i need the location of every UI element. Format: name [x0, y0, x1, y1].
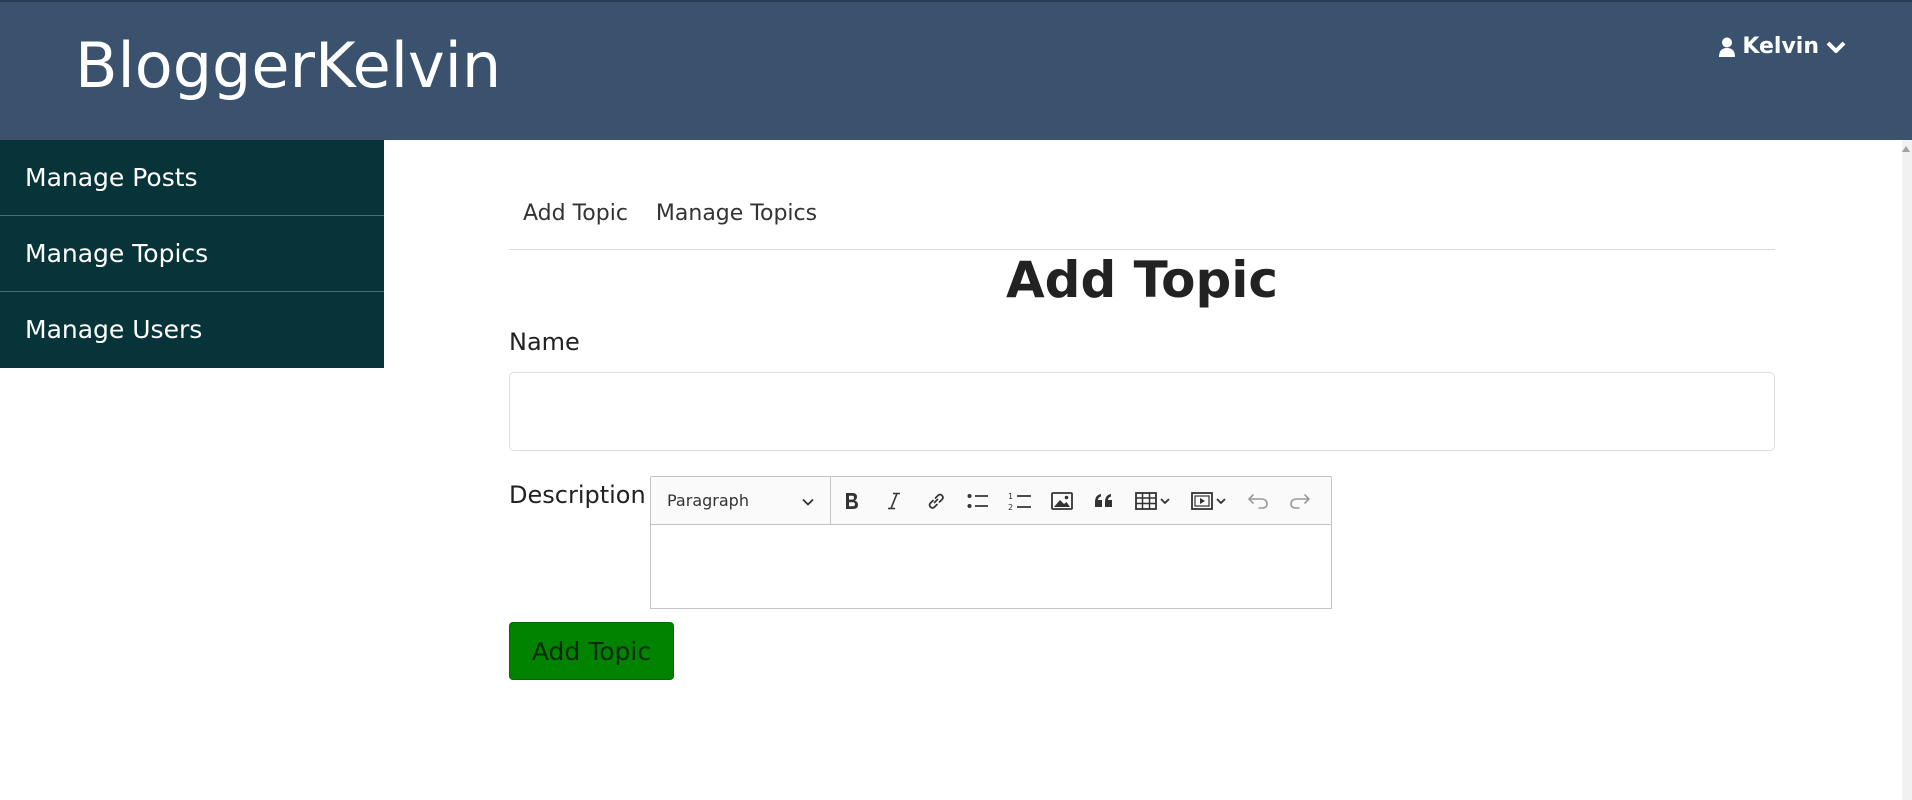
description-editor: Paragraph 1 2	[650, 476, 1332, 609]
name-input[interactable]	[509, 372, 1775, 451]
insert-media-button[interactable]	[1181, 477, 1237, 524]
redo-button[interactable]	[1279, 477, 1321, 524]
block-quote-button[interactable]	[1083, 477, 1125, 524]
user-name: Kelvin	[1742, 34, 1819, 59]
top-header: BloggerKelvin Kelvin	[0, 0, 1912, 140]
redo-icon	[1289, 493, 1311, 509]
name-label: Name	[509, 328, 580, 356]
insert-table-button[interactable]	[1125, 477, 1181, 524]
heading-select[interactable]: Paragraph	[651, 477, 831, 524]
user-icon	[1719, 37, 1736, 57]
bold-icon	[844, 492, 860, 510]
image-icon	[1051, 491, 1073, 510]
sidebar-item-manage-posts[interactable]: Manage Posts	[0, 140, 384, 216]
svg-text:1: 1	[1008, 492, 1013, 501]
quote-icon	[1094, 493, 1114, 509]
bulleted-list-button[interactable]	[957, 477, 999, 524]
undo-button[interactable]	[1237, 477, 1279, 524]
page-title: Add Topic	[1005, 251, 1279, 309]
bulleted-list-icon	[967, 492, 989, 510]
table-icon	[1135, 491, 1171, 510]
media-icon	[1191, 491, 1227, 510]
editor-toolbar: Paragraph 1 2	[650, 476, 1332, 525]
link-button[interactable]	[915, 477, 957, 524]
scroll-up-icon[interactable]	[1902, 146, 1910, 152]
user-menu[interactable]: Kelvin	[1719, 32, 1846, 62]
bold-button[interactable]	[831, 477, 873, 524]
topic-subnav: Add Topic Manage Topics	[509, 196, 1775, 250]
italic-icon	[887, 492, 901, 510]
numbered-list-button[interactable]: 12	[999, 477, 1041, 524]
scrollbar[interactable]	[1902, 140, 1912, 800]
subnav-manage-topics-link[interactable]: Manage Topics	[642, 196, 831, 249]
heading-select-value: Paragraph	[667, 491, 749, 510]
svg-text:2: 2	[1008, 503, 1013, 511]
add-topic-button[interactable]: Add Topic	[509, 622, 674, 680]
editor-content-area[interactable]	[650, 525, 1332, 609]
sidebar-item-manage-topics[interactable]: Manage Topics	[0, 216, 384, 292]
description-label: Description	[509, 481, 646, 509]
chevron-down-icon	[1826, 40, 1846, 54]
link-icon	[926, 491, 946, 511]
site-logo[interactable]: BloggerKelvin	[75, 28, 501, 104]
subnav-add-topic-link[interactable]: Add Topic	[509, 196, 642, 249]
sidebar-item-manage-users[interactable]: Manage Users	[0, 292, 384, 368]
undo-icon	[1247, 493, 1269, 509]
numbered-list-icon: 12	[1008, 491, 1032, 511]
chevron-down-icon	[802, 491, 814, 510]
insert-image-button[interactable]	[1041, 477, 1083, 524]
italic-button[interactable]	[873, 477, 915, 524]
sidebar: Manage Posts Manage Topics Manage Users	[0, 140, 384, 368]
